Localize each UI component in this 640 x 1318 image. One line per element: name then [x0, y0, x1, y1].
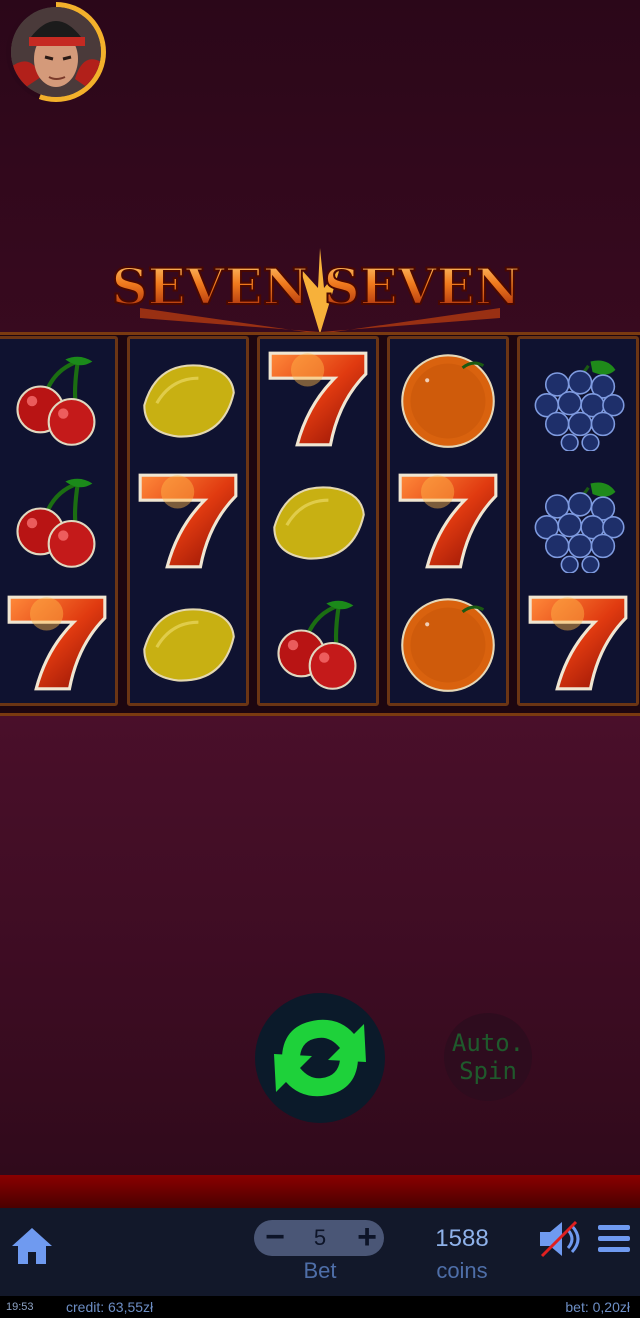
bet-label: Bet	[303, 1258, 337, 1283]
symbol-seven	[0, 583, 115, 703]
reel-5	[517, 336, 639, 706]
bet-increase-button[interactable]: +	[350, 1220, 384, 1254]
bet-value: 5	[313, 1225, 327, 1250]
coins-label: coins	[436, 1258, 488, 1283]
symbol-grapes	[520, 339, 636, 459]
home-icon	[12, 1228, 52, 1264]
symbol-grapes	[520, 461, 636, 581]
game-logo: SEVEN SEVEN	[100, 248, 540, 334]
status-time: 19:53	[6, 1301, 34, 1313]
coins-value: 1588	[435, 1225, 489, 1252]
symbol-seven	[520, 583, 636, 703]
auto-spin-button[interactable]: Auto. Spin	[444, 1013, 532, 1101]
reel-4	[387, 336, 509, 706]
symbol-cherry	[260, 583, 376, 703]
logo-word-right: SEVEN	[324, 257, 521, 316]
bet-decrease-button[interactable]: −	[258, 1220, 292, 1254]
home-button[interactable]	[8, 1222, 56, 1270]
symbol-lemon	[130, 583, 246, 703]
symbol-cherry	[0, 461, 115, 581]
fighter-portrait-icon	[11, 7, 101, 97]
sound-muted-icon	[540, 1220, 580, 1258]
auto-spin-label-line1: Auto.	[451, 1029, 525, 1057]
symbol-seven	[390, 461, 506, 581]
symbol-orange	[390, 583, 506, 703]
reel-3	[257, 336, 379, 706]
red-divider-strip	[0, 1175, 640, 1208]
player-avatar[interactable]	[6, 2, 106, 102]
credit-display: credit: 63,55zł	[66, 1299, 154, 1315]
symbol-orange	[390, 339, 506, 459]
reel-2	[127, 336, 249, 706]
refresh-arrows-icon	[274, 1019, 366, 1097]
auto-spin-label-line2: Spin	[459, 1057, 517, 1085]
sound-toggle-button[interactable]	[536, 1218, 584, 1260]
symbol-seven	[130, 461, 246, 581]
bet-amount-display: bet: 0,20zł	[565, 1299, 630, 1315]
symbol-seven	[260, 339, 376, 459]
symbol-lemon	[260, 461, 376, 581]
symbol-lemon	[130, 339, 246, 459]
spin-button[interactable]	[255, 993, 385, 1123]
hamburger-menu-icon	[598, 1225, 630, 1252]
symbol-cherry	[0, 339, 115, 459]
menu-button[interactable]	[596, 1222, 632, 1256]
avatar-portrait	[11, 7, 101, 97]
reel-1	[0, 336, 118, 706]
status-bar: 19:53 credit: 63,55zł bet: 0,20zł	[0, 1296, 640, 1318]
logo-word-left: SEVEN	[112, 257, 309, 316]
